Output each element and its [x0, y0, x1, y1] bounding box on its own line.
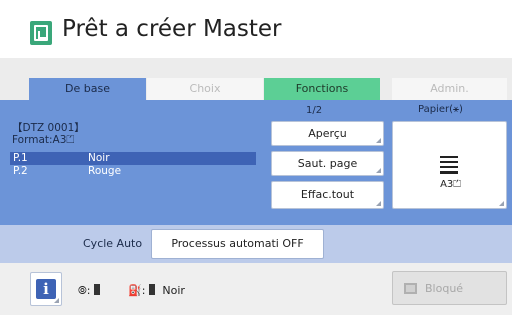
- tab-admin[interactable]: Admin.: [392, 78, 507, 100]
- page-color: Noir: [88, 152, 110, 164]
- paper-button[interactable]: A3⏍: [392, 121, 507, 209]
- page-number: P.2: [13, 165, 28, 177]
- clear-all-button[interactable]: Effac.tout: [271, 181, 384, 209]
- tab-bar: De base Choix Fonctions Admin.: [0, 58, 512, 100]
- page-title: Prêt a créer Master: [62, 16, 282, 42]
- document-id: 【DTZ 0001】: [12, 122, 85, 134]
- lock-label: Bloqué: [425, 282, 464, 295]
- footer: i ⦾: ⛽: Noir Bloqué: [0, 263, 512, 315]
- page-number: P.1: [13, 152, 28, 164]
- paper-size: A3⏍: [440, 179, 461, 190]
- ink-color-label: Noir: [162, 284, 185, 297]
- corner-icon: [376, 201, 381, 206]
- corner-icon: [376, 138, 381, 143]
- master-icon: [30, 21, 52, 45]
- corner-icon: [54, 298, 59, 303]
- lock-icon: [404, 283, 417, 294]
- tab-fonctions[interactable]: Fonctions: [264, 78, 380, 100]
- page-indicator: 1/2: [306, 105, 323, 116]
- drum-status: ⦾:: [78, 284, 101, 298]
- drum-icon: ⦾:: [78, 284, 91, 297]
- ink-status: ⛽: Noir: [128, 284, 185, 297]
- paper-stack-icon: [440, 156, 458, 174]
- info-button[interactable]: i: [30, 272, 62, 306]
- preview-button[interactable]: Aperçu: [271, 121, 384, 146]
- corner-icon: [376, 168, 381, 173]
- tab-de-base[interactable]: De base: [29, 78, 146, 100]
- paper-label: Papier(⚹): [418, 104, 463, 115]
- lock-button[interactable]: Bloqué: [392, 271, 507, 305]
- tab-choix[interactable]: Choix: [147, 78, 263, 100]
- cycle-auto-label: Cycle Auto: [83, 237, 143, 250]
- page-skip-button-label: Saut. page: [297, 157, 358, 170]
- page-skip-button[interactable]: Saut. page: [271, 151, 384, 176]
- clear-all-button-label: Effac.tout: [300, 188, 355, 201]
- page-list: P.1 Noir P.2 Rouge: [10, 152, 256, 178]
- page-color: Rouge: [88, 165, 122, 177]
- page-list-item[interactable]: P.2 Rouge: [10, 165, 256, 178]
- document-format: Format:A3⏍: [12, 134, 75, 146]
- auto-process-button[interactable]: Processus automati OFF: [151, 229, 324, 259]
- page-list-item[interactable]: P.1 Noir: [10, 152, 256, 165]
- cycle-strip: Cycle Auto Processus automati OFF: [0, 225, 512, 263]
- main-panel: 1/2 Papier(⚹) 【DTZ 0001】 Format:A3⏍ P.1 …: [0, 100, 512, 225]
- header: Prêt a créer Master: [0, 0, 512, 58]
- corner-icon: [499, 201, 504, 206]
- ink-level-icon: [148, 284, 155, 295]
- ink-icon: ⛽:: [128, 284, 146, 297]
- document-info: 【DTZ 0001】 Format:A3⏍: [12, 122, 85, 146]
- preview-button-label: Aperçu: [308, 127, 347, 140]
- drum-level-icon: [94, 284, 101, 295]
